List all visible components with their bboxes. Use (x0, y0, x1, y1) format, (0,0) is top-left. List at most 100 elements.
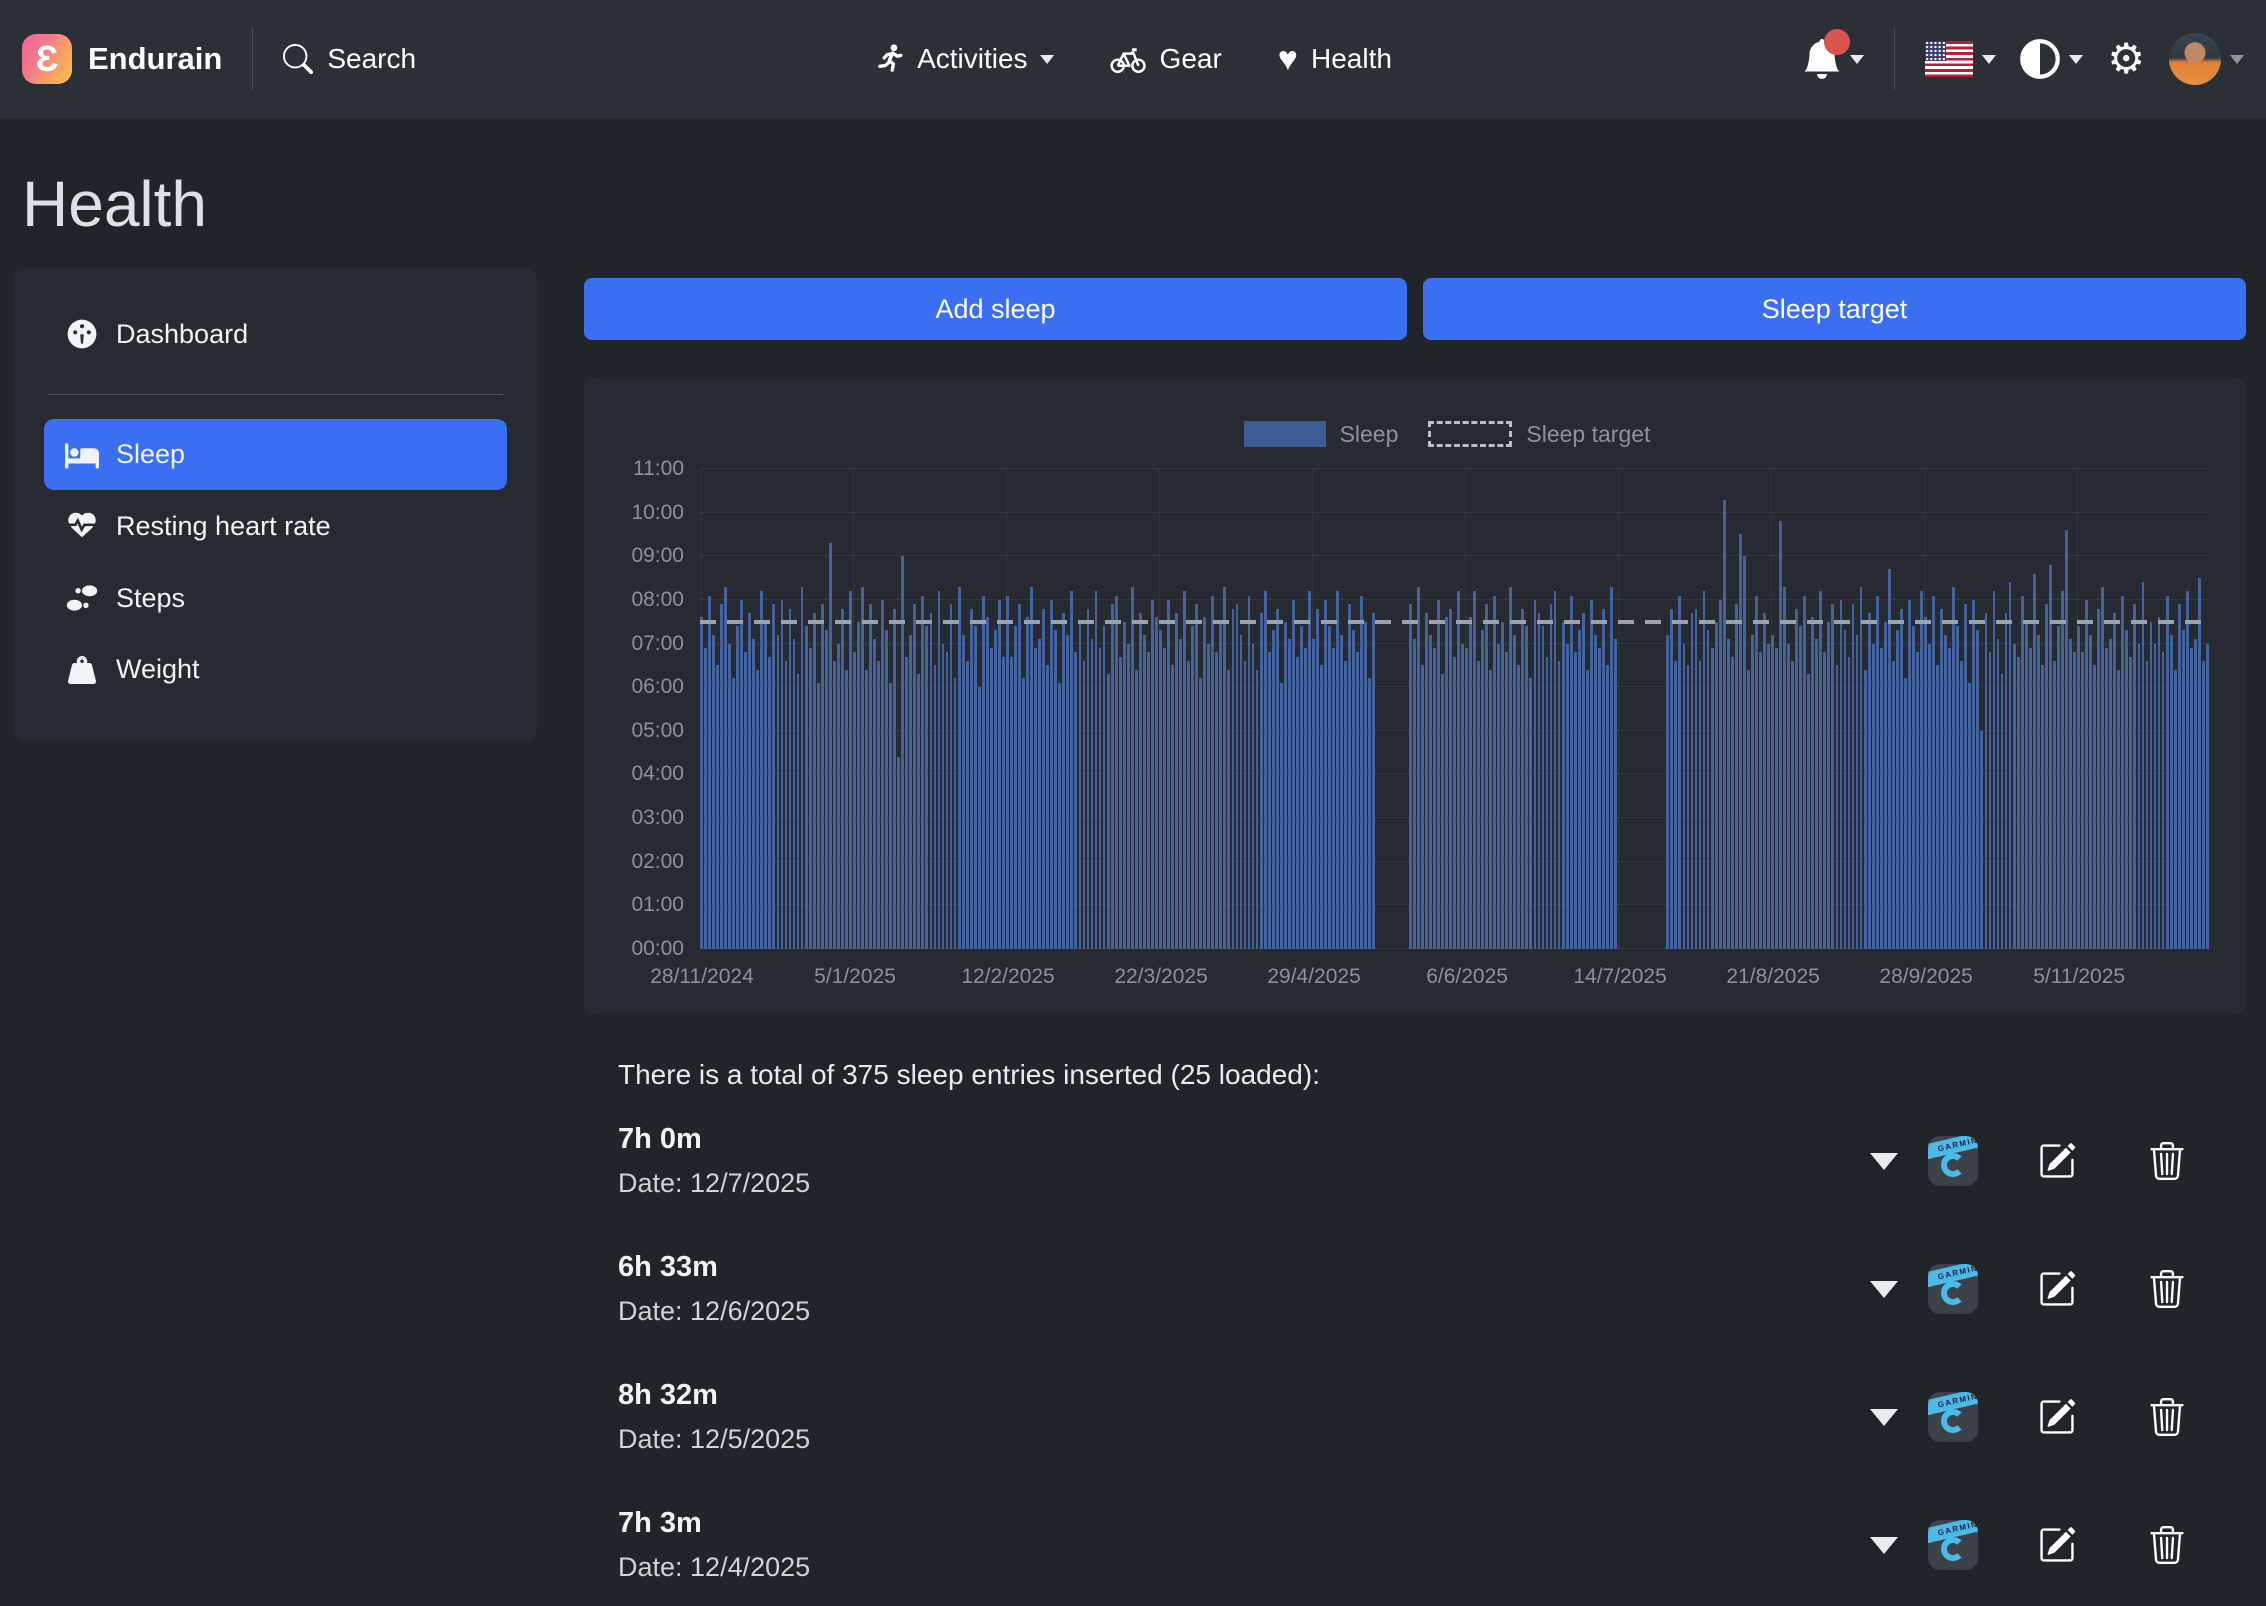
sidebar-item-dashboard[interactable]: Dashboard (44, 298, 507, 370)
sleep-bar (1360, 596, 1363, 949)
sleep-bar (1670, 609, 1673, 949)
sleep-bar (1473, 591, 1476, 949)
edit-entry-icon[interactable] (2038, 1142, 2076, 1180)
delete-entry-icon[interactable] (2148, 1398, 2186, 1436)
sleep-bar (1087, 609, 1090, 949)
edit-entry-icon[interactable] (2038, 1526, 2076, 1564)
expand-entry-caret-icon[interactable] (1870, 1409, 1898, 1426)
entry-date: Date: 12/4/2025 (618, 1552, 810, 1583)
sidebar-item-resting-heart-rate[interactable]: Resting heart rate (44, 490, 507, 562)
sleep-bar (1215, 652, 1218, 949)
sleep-bar (1989, 652, 1992, 949)
sleep-bar (1179, 639, 1182, 949)
chart-legend: Sleep Sleep target (700, 419, 2210, 449)
endurain-logo-icon[interactable] (22, 34, 72, 84)
legend-sleep-swatch[interactable] (1244, 421, 1326, 447)
sleep-bar (1586, 670, 1589, 949)
sleep-bar (1356, 652, 1359, 949)
sleep-bar (2202, 661, 2205, 949)
sleep-bar (1819, 591, 1822, 949)
expand-entry-caret-icon[interactable] (1870, 1537, 1898, 1554)
y-axis-labels: 00:0001:0002:0003:0004:0005:0006:0007:00… (584, 469, 700, 949)
search-button[interactable]: Search (283, 43, 416, 75)
legend-sleep-label[interactable]: Sleep (1340, 421, 1399, 448)
notifications-button[interactable] (1802, 39, 1864, 79)
sleep-bar (1433, 648, 1436, 949)
expand-entry-caret-icon[interactable] (1870, 1153, 1898, 1170)
sleep-bar (1232, 609, 1235, 949)
sleep-bar (1860, 587, 1863, 949)
expand-entry-caret-icon[interactable] (1870, 1281, 1898, 1298)
delete-entry-icon[interactable] (2148, 1142, 2186, 1180)
nav-gear-label: Gear (1160, 43, 1222, 75)
user-menu[interactable] (2169, 33, 2244, 85)
legend-target-label[interactable]: Sleep target (1526, 421, 1650, 448)
theme-toggle[interactable] (2020, 39, 2083, 79)
sleep-bar (1171, 665, 1174, 949)
sleep-bar (1143, 635, 1146, 949)
sleep-bar (781, 600, 784, 949)
sidebar-divider (48, 394, 503, 395)
y-tick-label: 01:00 (631, 893, 684, 917)
sidebar-item-weight[interactable]: Weight (44, 634, 507, 705)
sleep-bar (1083, 661, 1086, 949)
sleep-bar (793, 639, 796, 949)
settings-gear-icon[interactable]: ⚙ (2107, 38, 2145, 80)
sleep-bar (1163, 648, 1166, 949)
delete-entry-icon[interactable] (2148, 1270, 2186, 1308)
shoe-prints-icon (64, 582, 100, 614)
sleep-bar (2061, 591, 2064, 949)
sidebar-item-steps[interactable]: Steps (44, 562, 507, 634)
sleep-bar (2142, 582, 2145, 949)
sleep-entry-row: 6h 33m Date: 12/6/2025 GARMIN (618, 1225, 2246, 1353)
sleep-bar (1429, 635, 1432, 949)
notification-badge (1824, 29, 1850, 55)
sleep-bar (1244, 661, 1247, 949)
sleep-bar (1284, 622, 1287, 949)
sleep-bar (2029, 648, 2032, 949)
sleep-bar (841, 609, 844, 949)
garmin-connect-icon: GARMIN (1928, 1264, 1978, 1314)
add-sleep-button[interactable]: Add sleep (584, 278, 1407, 340)
language-selector[interactable] (1925, 41, 1996, 77)
x-tick-label: 5/11/2025 (2033, 965, 2125, 989)
sleep-bar (1159, 630, 1162, 949)
edit-entry-icon[interactable] (2038, 1270, 2076, 1308)
legend-target-swatch[interactable] (1428, 421, 1512, 447)
x-tick-label: 28/11/2024 (650, 965, 754, 989)
sleep-bar (1344, 661, 1347, 949)
garmin-c-mark (1941, 1281, 1965, 1305)
sleep-bar (1505, 652, 1508, 949)
nav-activities[interactable]: Activities (874, 43, 1054, 75)
sidebar-item-sleep[interactable]: Sleep (44, 419, 507, 490)
brand-name[interactable]: Endurain (88, 41, 222, 77)
sleep-entry-row: 7h 3m Date: 12/4/2025 GARMIN (618, 1481, 2246, 1606)
sleep-bar (1308, 591, 1311, 949)
garmin-c-mark (1941, 1153, 1965, 1177)
sleep-bar (954, 678, 957, 949)
sleep-bar (1256, 670, 1259, 949)
sleep-bar (1562, 622, 1565, 949)
delete-entry-icon[interactable] (2148, 1526, 2186, 1564)
sleep-bar (849, 591, 852, 949)
sleep-bar (950, 604, 953, 949)
entry-duration: 7h 0m (618, 1123, 810, 1156)
edit-entry-icon[interactable] (2038, 1398, 2076, 1436)
nav-health[interactable]: ♥ Health (1278, 42, 1392, 76)
sleep-bar (2037, 635, 2040, 949)
sleep-bar (1831, 604, 1834, 949)
sleep-bar (732, 678, 735, 949)
sleep-target-button[interactable]: Sleep target (1423, 278, 2246, 340)
sleep-bar (1437, 600, 1440, 949)
sleep-bar (1844, 630, 1847, 949)
h-gridline (700, 468, 2210, 469)
sleep-bar (1529, 678, 1532, 949)
sleep-bar (1223, 587, 1226, 949)
nav-gear[interactable]: Gear (1111, 41, 1222, 77)
sleep-bar (1928, 644, 1931, 949)
sleep-bar (1147, 652, 1150, 949)
sleep-bar (2138, 644, 2141, 949)
sleep-bar (1940, 609, 1943, 949)
sleep-bar (1227, 670, 1230, 949)
sleep-bar (1997, 639, 2000, 949)
